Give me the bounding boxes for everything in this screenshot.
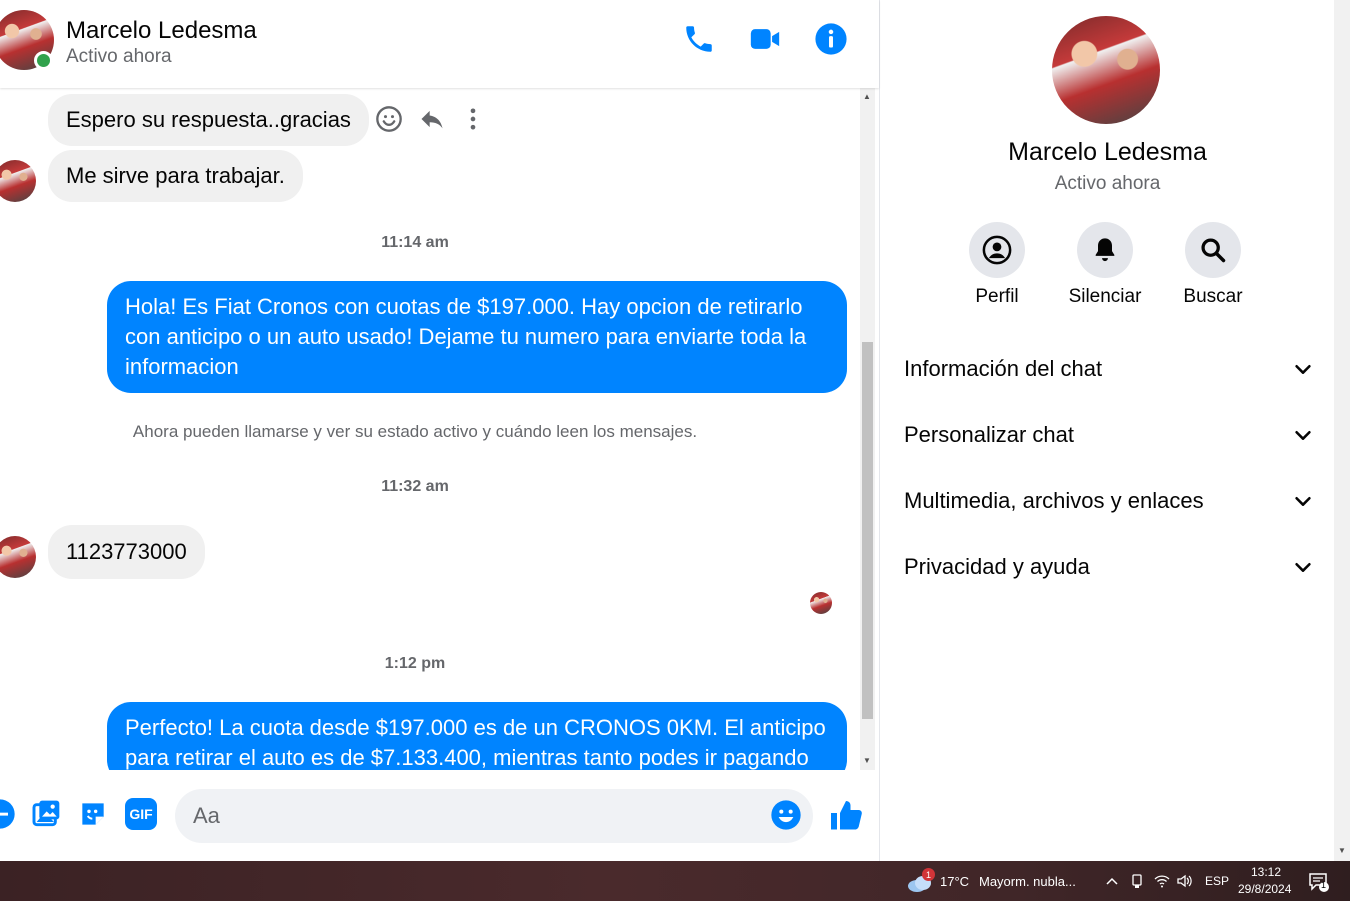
search-label: Buscar — [1183, 286, 1243, 307]
contact-avatar-small[interactable] — [0, 536, 36, 578]
scroll-thumb[interactable] — [862, 342, 873, 719]
timestamp: 11:14 am — [381, 234, 449, 251]
chat-scrollbar[interactable]: ▲ ▼ — [860, 88, 875, 770]
sticker-icon[interactable] — [77, 798, 109, 830]
window-scrollbar[interactable]: ▼ — [1334, 0, 1350, 861]
mute-label: Silenciar — [1068, 286, 1142, 307]
chevron-down-icon — [1295, 364, 1311, 374]
chat-header: Marcelo Ledesma Activo ahora — [0, 0, 879, 88]
scroll-down-arrow-icon[interactable]: ▼ — [863, 756, 871, 765]
scroll-up-arrow-icon[interactable]: ▲ — [863, 92, 871, 101]
contact-status: Activo ahora — [66, 46, 172, 67]
composer: GIF — [0, 770, 879, 861]
weather-alert-badge: 1 — [922, 868, 935, 881]
chevron-down-icon — [1295, 430, 1311, 440]
incoming-message[interactable]: 1123773000 — [48, 525, 205, 579]
incoming-message[interactable]: Espero su respuesta..gracias — [48, 94, 369, 146]
chat-details-panel: Marcelo Ledesma Activo ahora Perfil Sile… — [879, 0, 1334, 861]
windows-taskbar: 1 17°C Mayorm. nubla... ESP 13:12 29/8/2… — [0, 861, 1350, 901]
section-media-files-links[interactable]: Multimedia, archivos y enlaces — [904, 478, 1314, 524]
panel-contact-name[interactable]: Marcelo Ledesma — [880, 138, 1335, 167]
plus-icon[interactable] — [0, 798, 16, 830]
gif-icon[interactable]: GIF — [125, 798, 157, 830]
chat-column: Marcelo Ledesma Activo ahora Espero su r… — [0, 0, 879, 861]
more-options-icon[interactable] — [459, 105, 487, 133]
chevron-up-icon[interactable] — [1105, 874, 1119, 888]
profile-button[interactable]: Perfil — [942, 222, 1052, 308]
window-scroll-down-icon[interactable]: ▼ — [1338, 846, 1346, 855]
contact-avatar-small[interactable] — [0, 160, 36, 202]
reply-icon[interactable] — [418, 105, 446, 133]
react-emoji-icon[interactable] — [375, 105, 403, 133]
timestamp: 1:12 pm — [384, 655, 446, 672]
search-button[interactable]: Buscar — [1158, 222, 1268, 308]
weather-temperature[interactable]: 17°C — [940, 874, 969, 889]
notification-count: 1 — [1321, 880, 1327, 890]
thumbs-up-icon[interactable] — [828, 798, 864, 834]
emoji-icon[interactable] — [770, 799, 802, 831]
chevron-down-icon — [1295, 496, 1311, 506]
outgoing-message[interactable]: Hola! Es Fiat Cronos con cuotas de $197.… — [107, 281, 847, 393]
search-icon — [1201, 238, 1226, 263]
volume-icon[interactable] — [1176, 873, 1194, 889]
profile-icon — [982, 235, 1012, 265]
clock-time[interactable]: 13:12 — [1251, 865, 1281, 879]
contact-name[interactable]: Marcelo Ledesma — [66, 17, 257, 45]
section-privacy-help[interactable]: Privacidad y ayuda — [904, 544, 1314, 590]
message-list[interactable]: Espero su respuesta..gracias Me sirve pa… — [0, 88, 860, 770]
outgoing-message[interactable]: Perfecto! La cuota desde $197.000 es de … — [107, 702, 847, 770]
message-input[interactable] — [175, 789, 813, 843]
mute-button[interactable]: Silenciar — [1050, 222, 1160, 308]
seen-receipt-avatar — [810, 592, 832, 614]
incoming-message[interactable]: Me sirve para trabajar. — [48, 150, 303, 202]
panel-contact-status: Activo ahora — [1054, 173, 1161, 194]
notification-center-icon[interactable] — [1308, 871, 1330, 893]
wifi-icon[interactable] — [1154, 873, 1170, 889]
clock-date[interactable]: 29/8/2024 — [1238, 882, 1291, 896]
chevron-down-icon — [1295, 562, 1311, 572]
language-indicator[interactable]: ESP — [1205, 874, 1229, 888]
section-label: Personalizar chat — [904, 422, 1074, 447]
section-label: Información del chat — [904, 356, 1103, 381]
section-customize-chat[interactable]: Personalizar chat — [904, 412, 1314, 458]
system-notice: Ahora pueden llamarse y ver su estado ac… — [132, 422, 698, 441]
weather-description[interactable]: Mayorm. nubla... — [979, 874, 1076, 889]
timestamp: 11:32 am — [381, 478, 449, 495]
section-label: Multimedia, archivos y enlaces — [904, 488, 1204, 513]
bell-icon — [1095, 238, 1115, 262]
photo-icon[interactable] — [30, 798, 62, 830]
online-status-dot — [34, 51, 53, 70]
info-icon[interactable] — [814, 22, 848, 56]
phone-icon[interactable] — [682, 22, 716, 56]
video-camera-icon[interactable] — [748, 22, 782, 56]
contact-avatar-large[interactable] — [1052, 16, 1160, 124]
section-label: Privacidad y ayuda — [904, 554, 1090, 579]
section-chat-info[interactable]: Información del chat — [904, 346, 1314, 392]
profile-label: Perfil — [975, 286, 1019, 307]
usb-device-icon[interactable] — [1130, 873, 1144, 889]
